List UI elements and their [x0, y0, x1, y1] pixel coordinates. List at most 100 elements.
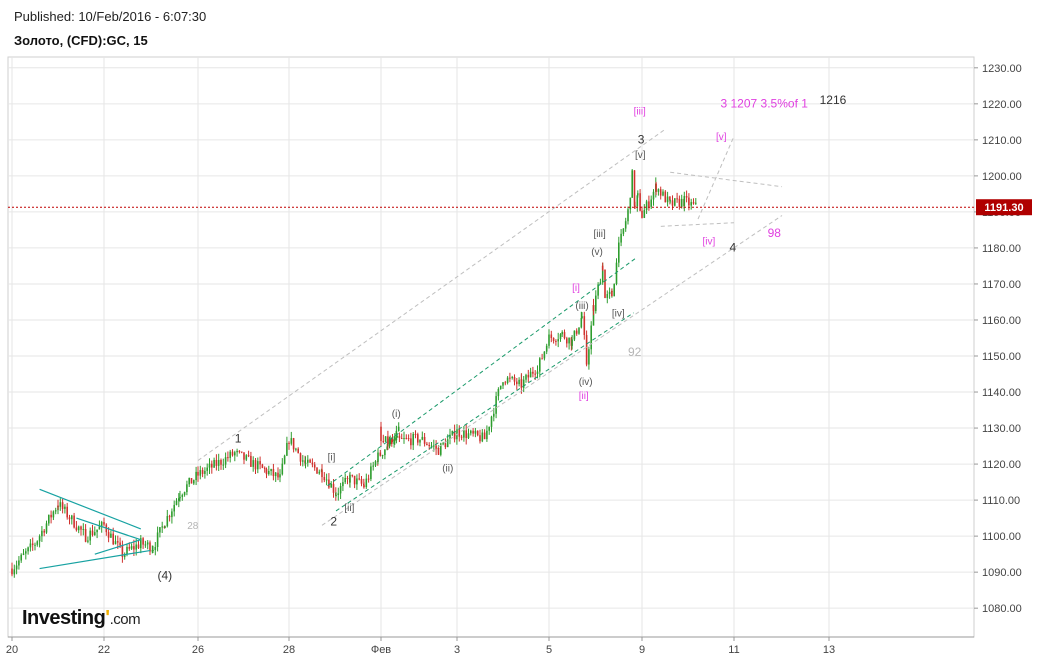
wave-label-w1: 1	[235, 431, 242, 445]
candle-body	[142, 538, 144, 545]
candle-body	[659, 189, 662, 196]
candle-body	[66, 506, 68, 518]
candle-body	[506, 377, 509, 383]
candle-body	[648, 201, 650, 207]
wave-label-w4p: (4)	[158, 568, 173, 582]
candle-body	[330, 483, 332, 488]
candle-body	[346, 478, 349, 480]
candle-body	[657, 189, 660, 192]
candle-body	[283, 455, 286, 464]
candle-body	[179, 496, 181, 499]
candle-body	[652, 191, 655, 200]
candle-body	[493, 413, 495, 417]
candle-body	[669, 200, 671, 202]
wave-label-s_ii: (ii)	[442, 463, 453, 474]
y-tick-label: 1160.00	[982, 315, 1021, 327]
y-tick-label: 1120.00	[982, 459, 1021, 471]
candle-body	[195, 471, 197, 481]
x-tick-label: 26	[192, 644, 204, 656]
candle-body	[254, 460, 257, 470]
candle-body	[525, 374, 527, 380]
candle-body	[349, 474, 351, 483]
price-chart[interactable]: 1080.00 1090.00 1100.00 1110.00 1120.00 1130.…	[0, 0, 1037, 662]
candle-body	[339, 486, 342, 494]
candle-body	[252, 460, 254, 467]
candle-body	[257, 461, 259, 470]
candle-body	[394, 437, 396, 442]
candle-body	[384, 436, 387, 442]
candle-body	[578, 327, 580, 334]
candle-body	[171, 511, 173, 518]
candle-body	[213, 459, 215, 468]
candle-body	[398, 435, 401, 439]
candle-body	[146, 542, 149, 545]
x-tick-label: 13	[823, 644, 835, 656]
candle-body	[606, 294, 609, 299]
candle-body	[31, 543, 34, 545]
wave-label-n1216: 1216	[820, 93, 847, 107]
candle-body	[483, 432, 486, 440]
candle-body	[236, 450, 238, 453]
candle-body	[548, 334, 550, 344]
candle-body	[601, 265, 604, 270]
candle-body	[224, 457, 227, 465]
y-tick-label: 1110.00	[982, 495, 1020, 507]
candle-body	[80, 526, 82, 530]
candle-body	[103, 522, 105, 525]
candle-body	[193, 480, 195, 484]
candle-body	[678, 198, 681, 207]
candle-body	[71, 515, 73, 520]
candle-body	[381, 455, 384, 457]
candle-body	[82, 528, 85, 530]
candle-body	[231, 451, 234, 456]
candle-body	[154, 547, 157, 550]
candle-body	[299, 453, 302, 462]
wave-label-b_iv: [iv]	[612, 308, 625, 319]
candle-body	[613, 283, 615, 297]
candle-body	[313, 464, 316, 468]
y-tick-label: 1140.00	[982, 387, 1021, 399]
y-tick-label: 1090.00	[982, 567, 1022, 579]
candle-body	[243, 452, 245, 460]
candle-body	[541, 358, 543, 360]
candle-body	[18, 560, 20, 566]
candle-body	[666, 196, 669, 203]
candle-body	[645, 201, 648, 211]
x-tick-label: 28	[283, 644, 295, 656]
candle-body	[344, 478, 346, 483]
candle-body	[41, 530, 43, 537]
candle-body	[516, 381, 518, 385]
candle-body	[633, 170, 636, 206]
candle-body	[655, 183, 657, 192]
candle-body	[335, 494, 337, 496]
wave-label-n98: 98	[768, 226, 782, 240]
y-tick-label: 1210.00	[982, 135, 1022, 147]
candle-body	[550, 334, 553, 339]
candle-body	[61, 502, 64, 509]
candle-body	[295, 448, 297, 450]
wave-label-n28: 28	[187, 521, 199, 532]
candle-body	[29, 543, 32, 548]
candle-body	[144, 544, 147, 546]
candle-body	[358, 478, 360, 480]
candle-body	[100, 522, 103, 527]
candle-body	[175, 500, 178, 505]
candle-body	[575, 330, 578, 334]
candle-body	[566, 338, 568, 344]
candle-body	[64, 506, 66, 509]
candle-body	[555, 340, 557, 342]
candle-body	[137, 544, 140, 549]
candle-body	[274, 472, 277, 477]
candle-body	[499, 385, 502, 389]
wave-label-b_v: [v]	[635, 150, 646, 161]
candle-body	[573, 330, 576, 340]
candle-body	[321, 469, 323, 478]
candle-body	[73, 515, 75, 528]
candle-body	[690, 202, 692, 206]
candle-body	[387, 436, 389, 445]
candle-body	[263, 467, 266, 469]
candle-body	[281, 463, 284, 475]
wave-label-b_iii: [iii]	[594, 229, 606, 240]
candle-body	[25, 551, 27, 554]
x-tick-label: 22	[98, 644, 110, 656]
